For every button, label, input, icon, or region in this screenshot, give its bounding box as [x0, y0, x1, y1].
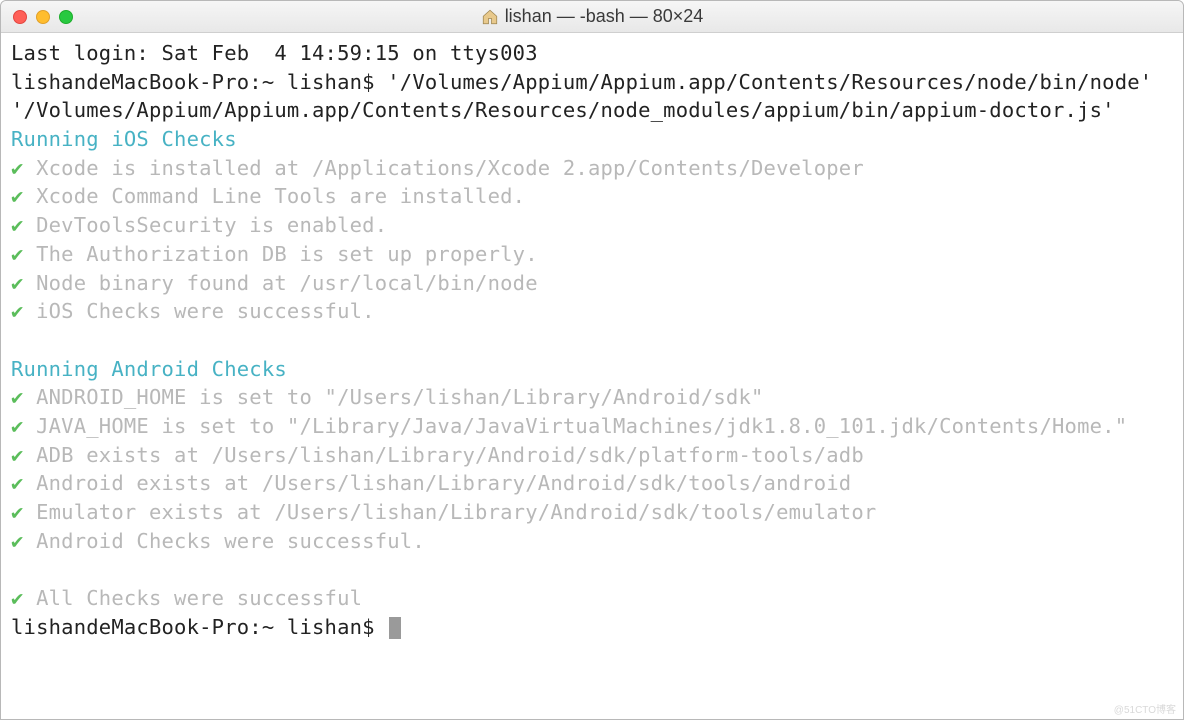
zoom-button[interactable]: [59, 10, 73, 24]
traffic-lights: [1, 10, 73, 24]
home-icon: [481, 8, 499, 26]
terminal-body[interactable]: Last login: Sat Feb 4 14:59:15 on ttys00…: [1, 33, 1183, 719]
terminal-window: lishan — -bash — 80×24 Last login: Sat F…: [0, 0, 1184, 720]
titlebar[interactable]: lishan — -bash — 80×24: [1, 1, 1183, 33]
cursor: [389, 617, 401, 639]
close-button[interactable]: [13, 10, 27, 24]
minimize-button[interactable]: [36, 10, 50, 24]
window-title: lishan — -bash — 80×24: [505, 6, 704, 27]
watermark: @51CTO博客: [1114, 701, 1176, 716]
window-title-wrap: lishan — -bash — 80×24: [1, 6, 1183, 27]
